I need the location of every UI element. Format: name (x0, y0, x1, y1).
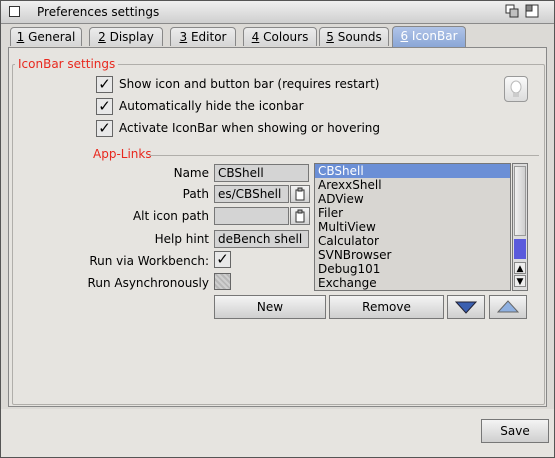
run-async-checkbox[interactable] (214, 273, 231, 290)
move-down-button[interactable] (447, 295, 485, 319)
tab-editor[interactable]: 3 Editor (170, 27, 236, 46)
list-item[interactable]: ADView (315, 192, 510, 206)
path-label: Path (182, 187, 209, 201)
list-scrollbar[interactable]: ▲ ▼ (512, 163, 528, 291)
scroll-up-icon[interactable]: ▲ (514, 262, 526, 274)
run-workbench-checkbox[interactable]: ✓ (214, 251, 231, 268)
path-file-icon[interactable] (290, 185, 310, 203)
applinks-divider (149, 155, 539, 156)
activate-iconbar-checkbox[interactable]: ✓ (96, 120, 113, 137)
tab-colours[interactable]: 4 Colours (243, 27, 317, 46)
alt-icon-label: Alt icon path (132, 209, 209, 223)
scroll-track[interactable] (514, 239, 526, 259)
alt-icon-field[interactable] (214, 207, 289, 225)
list-item[interactable]: SVNBrowser (315, 248, 510, 262)
help-hint-label: Help hint (154, 232, 209, 246)
iconify-icon[interactable] (505, 4, 519, 18)
alt-icon-file-icon[interactable] (290, 207, 310, 225)
arrow-up-icon (496, 300, 520, 313)
autohide-iconbar-checkbox[interactable]: ✓ (96, 98, 113, 115)
path-field[interactable]: es/CBShell (214, 185, 289, 203)
activate-iconbar-label: Activate IconBar when showing or hoverin… (119, 121, 381, 135)
remove-button[interactable]: Remove (329, 295, 444, 319)
tab-iconbar[interactable]: 6 IconBar (392, 26, 466, 47)
arrow-down-icon (454, 301, 478, 314)
name-label: Name (173, 166, 209, 180)
lightbulb-icon[interactable] (504, 76, 528, 102)
list-item[interactable]: CBShell (315, 164, 510, 178)
list-item[interactable]: Debug101 (315, 262, 510, 276)
new-button[interactable]: New (214, 295, 326, 319)
save-button[interactable]: Save (481, 419, 549, 443)
footer (1, 409, 554, 457)
preferences-window: Preferences settings 1 General 2 Display… (0, 0, 555, 458)
tab-display[interactable]: 2 Display (89, 27, 163, 46)
run-async-label: Run Asynchronously (87, 276, 209, 290)
show-iconbar-checkbox[interactable]: ✓ (96, 76, 113, 93)
applinks-title: App-Links (93, 147, 152, 161)
help-hint-field[interactable]: deBench shell (214, 230, 309, 248)
title-bar[interactable]: Preferences settings (1, 1, 554, 24)
applinks-list[interactable]: CBShell ArexxShell ADView Filer MultiVie… (314, 163, 511, 291)
list-item[interactable]: Filer (315, 206, 510, 220)
list-item[interactable]: Exchange (315, 276, 510, 290)
name-field[interactable]: CBShell (214, 164, 309, 182)
autohide-iconbar-label: Automatically hide the iconbar (119, 99, 304, 113)
tab-general[interactable]: 1 General (10, 27, 82, 46)
list-item[interactable]: ArexxShell (315, 178, 510, 192)
depth-icon[interactable] (525, 4, 539, 18)
window-title: Preferences settings (37, 5, 160, 19)
show-iconbar-label: Show icon and button bar (requires resta… (119, 77, 380, 91)
list-item[interactable]: Calculator (315, 234, 510, 248)
run-workbench-label: Run via Workbench: (89, 254, 209, 268)
list-item[interactable]: MultiView (315, 220, 510, 234)
group-title: IconBar settings (15, 57, 119, 71)
scroll-knob[interactable] (514, 166, 526, 236)
scroll-down-icon[interactable]: ▼ (514, 275, 526, 287)
close-gadget[interactable] (9, 6, 20, 17)
move-up-button[interactable] (489, 295, 527, 319)
tab-sounds[interactable]: 5 Sounds (319, 27, 389, 46)
